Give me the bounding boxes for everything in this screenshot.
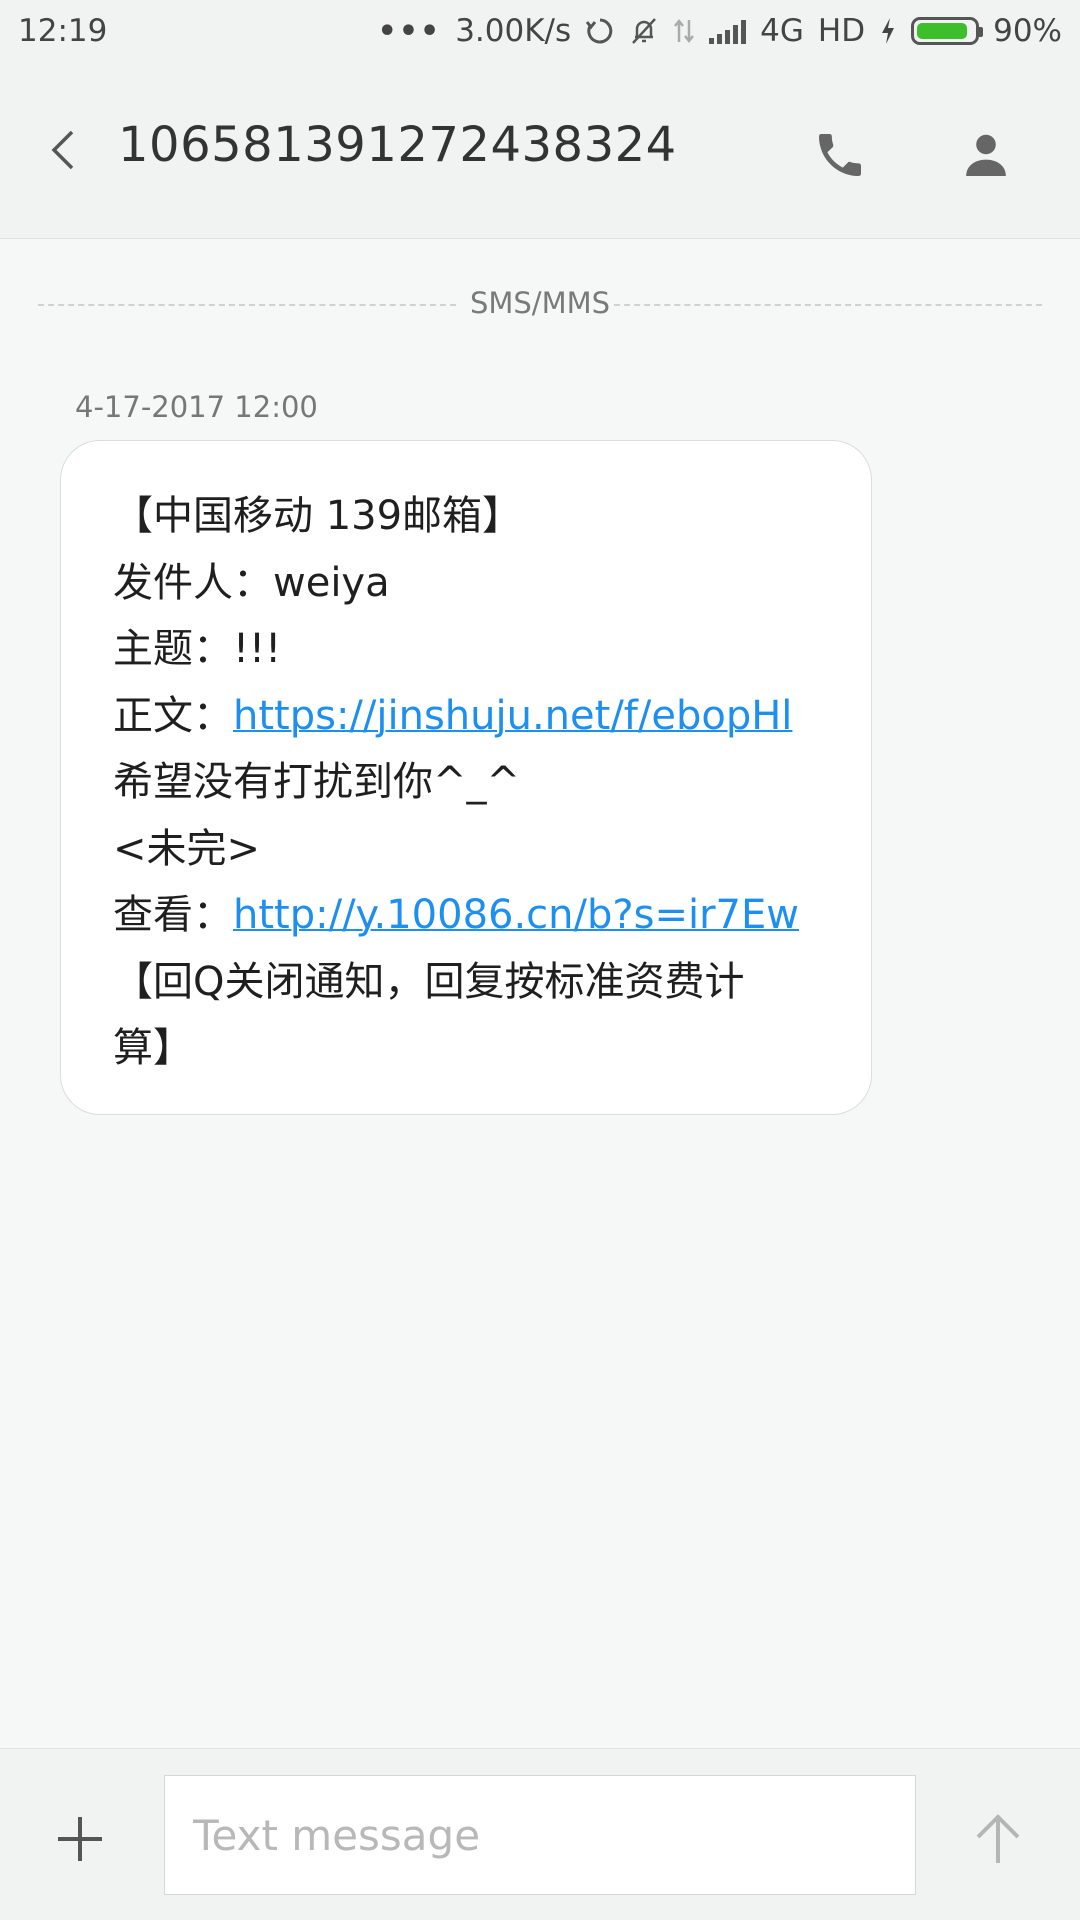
- conversation-title: 106581391272438324: [118, 117, 677, 173]
- more-notifications-icon: •••: [377, 13, 442, 49]
- battery-fill: [917, 23, 968, 39]
- message-bubble[interactable]: 【中国移动 139邮箱】 发件人：weiya 主题：!!! 正文：https:/…: [60, 440, 872, 1115]
- status-time: 12:19: [18, 13, 108, 49]
- signal-icon: [709, 18, 747, 44]
- conversation-header: 106581391272438324: [0, 62, 1080, 239]
- send-button[interactable]: [970, 1811, 1026, 1867]
- back-button[interactable]: [40, 120, 90, 180]
- message-line: 发件人：weiya: [113, 559, 390, 606]
- message-line: 【中国移动 139邮箱】: [113, 493, 523, 539]
- mute-notifications-icon: [629, 16, 659, 46]
- message-text: 查看：: [113, 892, 233, 938]
- charging-icon: [879, 16, 897, 46]
- battery-icon: [911, 17, 984, 45]
- status-bar: 12:19 ••• 3.00K/s 4G HD 90%: [0, 0, 1080, 62]
- divider-line-right: [614, 304, 1042, 306]
- sync-icon: [585, 16, 615, 46]
- body-link[interactable]: https://jinshuju.net/f/ebopHl: [233, 693, 792, 739]
- status-icons: ••• 3.00K/s 4G HD 90%: [378, 13, 1062, 49]
- message-line-with-link: 正文：https://jinshuju.net/f/ebopHl: [113, 683, 819, 750]
- network-speed: 3.00K/s: [455, 13, 572, 49]
- contact-icon: [966, 134, 1006, 176]
- battery-percent: 90%: [993, 13, 1062, 49]
- message-line: 【回Q关闭通知，回复按标准资费计: [113, 958, 745, 1005]
- call-button[interactable]: [812, 127, 868, 183]
- message-composer: [0, 1748, 1080, 1920]
- send-icon: [976, 1814, 1020, 1863]
- data-transfer-icon: [673, 16, 695, 46]
- message-line: 希望没有打扰到你^_^: [113, 759, 521, 805]
- message-text: 正文：: [113, 692, 233, 739]
- message-timestamp: 4-17-2017 12:00: [75, 390, 318, 424]
- view-link[interactable]: http://y.10086.cn/b?s=ir7Ew: [233, 892, 799, 938]
- network-type: 4G: [760, 13, 804, 49]
- divider-label: SMS/MMS: [469, 286, 611, 320]
- back-icon: [51, 130, 74, 170]
- message-type-divider: SMS/MMS: [38, 286, 1042, 322]
- add-attachment-button[interactable]: [52, 1811, 108, 1867]
- message-line: <未完>: [113, 825, 261, 872]
- message-line-with-link: 查看：http://y.10086.cn/b?s=ir7Ew: [113, 882, 819, 949]
- phone-icon: [819, 134, 861, 176]
- add-icon: [58, 1817, 102, 1861]
- hd-indicator: HD: [817, 13, 866, 49]
- message-line: 算】: [113, 1025, 193, 1071]
- contact-button[interactable]: [958, 127, 1014, 183]
- message-input[interactable]: [164, 1775, 916, 1895]
- message-line: 主题：!!!: [113, 626, 282, 672]
